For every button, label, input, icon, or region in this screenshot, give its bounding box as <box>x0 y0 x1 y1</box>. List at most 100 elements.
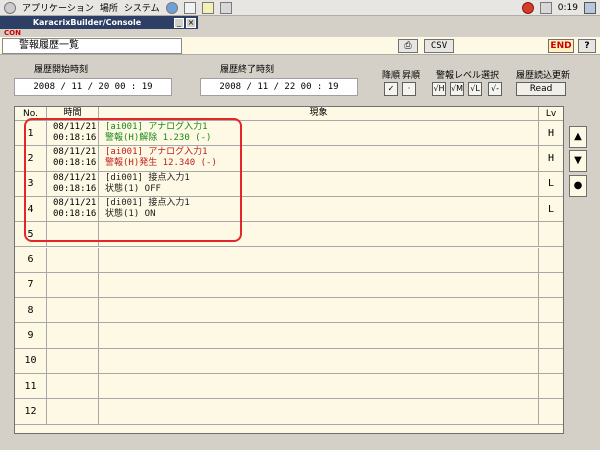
volume-icon[interactable] <box>584 1 596 14</box>
table-row[interactable]: 12 <box>15 399 563 425</box>
descending-toggle[interactable]: ✓ <box>384 82 398 96</box>
row-event-source: [ai001] アナログ入力1 <box>105 147 208 158</box>
row-time <box>47 222 99 247</box>
console-minimize-button[interactable]: _ <box>174 17 184 28</box>
console-close-button[interactable]: × <box>186 17 196 28</box>
row-event <box>99 348 539 373</box>
row-event-detail: 警報(H)発生 12.340 (-) <box>105 158 217 169</box>
header-time: 時間 <box>47 107 99 120</box>
menu-system[interactable]: システム <box>124 1 160 14</box>
row-number: 6 <box>15 247 47 272</box>
header-no: No. <box>15 107 47 120</box>
scroll-up-button[interactable]: ▲ <box>569 126 587 148</box>
browser-launcher-icon[interactable] <box>165 1 178 14</box>
ascending-label: 昇順 <box>402 71 421 81</box>
row-time <box>47 399 99 424</box>
row-event <box>99 399 539 424</box>
help-button[interactable]: ? <box>578 39 596 53</box>
app-launcher-icon[interactable] <box>219 1 232 14</box>
row-event <box>99 222 539 247</box>
scroll-latest-button[interactable]: ● <box>569 175 587 197</box>
console-titlebar[interactable]: KaracrixBuilder/Console _ × <box>0 16 198 29</box>
row-event-detail: 警報(H)解除 1.230 (-) <box>105 133 212 144</box>
row-event: [ai001] アナログ入力1 警報(H)発生 12.340 (-) <box>99 146 539 171</box>
mail-launcher-icon[interactable] <box>183 1 196 14</box>
end-time-label: 履歴終了時刻 <box>220 65 275 75</box>
read-button[interactable]: Read <box>516 82 566 96</box>
table-row[interactable]: 7 <box>15 272 563 299</box>
row-number: 7 <box>15 272 47 298</box>
arrow-down-icon: ▼ <box>574 155 582 166</box>
end-time-field[interactable]: 2008 / 11 / 22 00 : 19 <box>200 78 358 96</box>
row-number: 4 <box>15 196 47 222</box>
header-event: 現象 <box>99 107 539 120</box>
table-row[interactable]: 8 <box>15 298 563 324</box>
table-row[interactable]: 9 <box>15 323 563 349</box>
start-time-group: 履歴開始時刻 2008 / 11 / 20 00 : 19 <box>14 62 172 96</box>
row-number: 2 <box>15 146 47 171</box>
ascending-toggle[interactable]: · <box>402 82 416 96</box>
table-row[interactable]: 4 08/11/21 00:18:16 [di001] 接点入力1 状態(1) ON L <box>15 196 563 223</box>
print-button[interactable]: ⎙ <box>398 39 418 53</box>
table-row[interactable]: 10 <box>15 348 563 374</box>
table-row[interactable]: 3 08/11/21 00:18:16 [di001] 接点入力1 状態(1) OFF L <box>15 171 563 197</box>
row-time <box>47 348 99 373</box>
level-m-toggle[interactable]: √M <box>450 82 464 96</box>
printer-icon: ⎙ <box>404 41 412 51</box>
table-row[interactable]: 2 08/11/21 00:18:16 [ai001] アナログ入力1 警報(H)発生 … <box>15 146 563 172</box>
panel-menu: アプリケーション 場所 システム <box>4 1 232 14</box>
row-event <box>99 247 539 272</box>
row-event: [di001] 接点入力1 状態(1) ON <box>99 196 539 222</box>
menu-places[interactable]: 場所 <box>100 1 118 14</box>
level-other-toggle[interactable]: √- <box>488 82 502 96</box>
row-number: 3 <box>15 171 47 196</box>
reload-label: 履歴読込更新 <box>516 71 571 81</box>
console-title: KaracrixBuilder/Console <box>32 18 142 27</box>
screen-toolbar: 警報履歴一覧 ⎙ CSV END ? <box>0 37 600 55</box>
row-event-source: [ai001] アナログ入力1 <box>105 122 208 133</box>
table-row[interactable]: 1 08/11/21 00:18:16 [ai001] アナログ入力1 警報(H)解除 … <box>15 121 563 147</box>
notes-launcher-icon[interactable] <box>201 1 214 14</box>
row-event: [di001] 接点入力1 状態(1) OFF <box>99 171 539 196</box>
level-h-toggle[interactable]: √H <box>432 82 446 96</box>
row-time: 08/11/21 00:18:16 <box>47 121 99 146</box>
row-time <box>47 298 99 323</box>
table-row[interactable]: 6 <box>15 247 563 273</box>
row-level <box>539 399 563 423</box>
scroll-down-button[interactable]: ▼ <box>569 150 587 172</box>
row-time: 08/11/21 00:18:16 <box>47 146 99 171</box>
level-l-toggle[interactable]: √L <box>468 82 482 96</box>
row-level: H <box>547 152 555 164</box>
row-date-text: 08/11/21 <box>53 198 97 209</box>
start-time-field[interactable]: 2008 / 11 / 20 00 : 19 <box>14 78 172 96</box>
table-row[interactable]: 11 <box>15 374 563 400</box>
row-event <box>99 272 539 298</box>
clock[interactable]: 0:19 <box>558 3 578 13</box>
row-time-text: 00:18:16 <box>53 183 97 194</box>
row-level <box>539 298 563 322</box>
table-row[interactable]: 5 <box>15 222 563 248</box>
menu-applications[interactable]: アプリケーション <box>22 1 94 14</box>
network-icon[interactable] <box>539 1 552 14</box>
row-level <box>539 273 563 297</box>
dot-icon: ● <box>573 180 583 191</box>
csv-button[interactable]: CSV <box>424 39 454 53</box>
gnome-foot-icon[interactable] <box>4 1 16 14</box>
update-notifier-icon[interactable] <box>521 1 534 14</box>
row-time-text: 00:18:16 <box>53 209 97 220</box>
end-button[interactable]: END <box>548 39 574 53</box>
console-toolbar: CON <box>0 29 198 37</box>
row-date-text: 08/11/21 <box>53 147 97 158</box>
row-date-text: 08/11/21 <box>53 122 97 133</box>
start-time-label: 履歴開始時刻 <box>34 65 89 75</box>
row-time <box>47 374 99 399</box>
row-number: 11 <box>15 374 47 399</box>
row-time <box>47 323 99 348</box>
row-time-text: 00:18:16 <box>53 158 97 169</box>
row-event-detail: 状態(1) ON <box>105 209 156 220</box>
row-time <box>47 247 99 272</box>
row-number: 9 <box>15 323 47 348</box>
row-number: 12 <box>15 399 47 424</box>
row-level: H <box>547 127 555 139</box>
row-number: 5 <box>15 222 47 247</box>
